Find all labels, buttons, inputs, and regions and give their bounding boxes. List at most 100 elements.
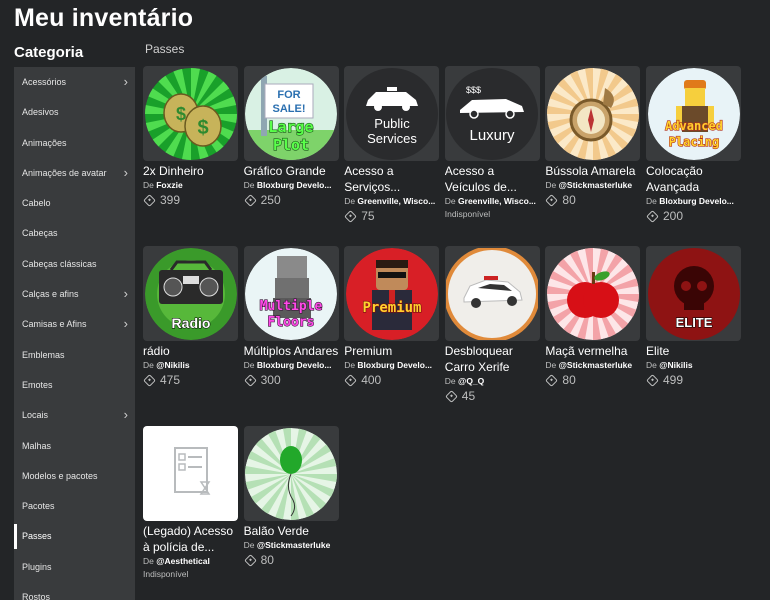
item-price: 80 — [545, 193, 640, 207]
item-creator[interactable]: De @Aesthetical — [143, 556, 238, 566]
item-name[interactable]: Elite — [646, 343, 741, 359]
item-thumbnail[interactable]: Advanced Placing — [646, 66, 741, 161]
creator-name[interactable]: Bloxburg Develo... — [257, 360, 332, 370]
item-thumbnail[interactable] — [243, 426, 339, 521]
item-name[interactable]: Balão Verde — [244, 523, 339, 539]
item-name[interactable]: Desbloquear Carro Xerife — [445, 343, 540, 375]
item-card[interactable]: (Legado) Acesso à polícia de... De @Aesth… — [143, 426, 238, 598]
sidebar-item[interactable]: Animações — [14, 128, 135, 158]
item-creator[interactable]: De @Nikilis — [646, 360, 741, 370]
item-card[interactable]: Advanced Placing Colocação Avançada De Blox… — [646, 66, 741, 238]
item-name[interactable]: (Legado) Acesso à polícia de... — [143, 523, 238, 555]
item-creator[interactable]: De Bloxburg Develo... — [244, 360, 339, 370]
creator-name[interactable]: Bloxburg Develo... — [257, 180, 332, 190]
item-creator[interactable]: De Bloxburg Develo... — [646, 196, 741, 206]
creator-name[interactable]: @Q_Q — [458, 376, 484, 386]
item-creator[interactable]: De @Q_Q — [445, 376, 540, 386]
creator-name[interactable]: @Stickmasterluke — [559, 360, 633, 370]
svg-text:Multiple: Multiple — [260, 299, 323, 314]
robux-icon — [143, 193, 156, 207]
creator-name[interactable]: @Aesthetical — [156, 556, 210, 566]
item-card[interactable]: Balão Verde De @Stickmasterluke 80 — [243, 426, 339, 598]
item-card[interactable]: Premium Premium De Bloxburg Develo... 400 — [344, 246, 440, 418]
creator-name[interactable]: @Stickmasterluke — [559, 180, 633, 190]
item-name[interactable]: Múltiplos Andares — [244, 343, 339, 359]
item-card[interactable]: Bússola Amarela De @Stickmasterluke 80 — [545, 66, 641, 238]
sidebar-item[interactable]: Adesivos — [14, 97, 135, 127]
sidebar-item[interactable]: Plugins — [14, 552, 135, 582]
item-card[interactable]: $$$ Luxury Acesso a Veículos de... De Gree… — [444, 66, 540, 238]
item-card[interactable]: Multiple Floors Múltiplos Andares De Bloxbu… — [243, 246, 339, 418]
creator-name[interactable]: @Stickmasterluke — [257, 540, 331, 550]
sidebar-item[interactable]: Cabelo — [14, 188, 135, 218]
item-card[interactable]: FOR SALE! Large Plot Gráfico Grande De Blox… — [243, 66, 339, 238]
item-name[interactable]: Colocação Avançada — [646, 163, 741, 195]
sidebar-item[interactable]: Locais › — [14, 400, 135, 430]
creator-name[interactable]: Foxzie — [156, 180, 182, 190]
item-name[interactable]: Bússola Amarela — [545, 163, 640, 179]
item-thumbnail[interactable]: Radio — [143, 246, 238, 341]
price-value: 45 — [461, 389, 476, 403]
item-card[interactable]: Maçã vermelha De @Stickmasterluke 80 — [545, 246, 641, 418]
price-value: 75 — [361, 209, 375, 223]
item-thumbnail[interactable] — [444, 246, 540, 341]
item-name[interactable]: 2x Dinheiro — [143, 163, 238, 179]
price-value: 400 — [361, 373, 382, 387]
creator-name[interactable]: Greenville, Wisco... — [458, 196, 536, 206]
sidebar-item[interactable]: Cabeças clássicas — [14, 249, 135, 279]
creator-name[interactable]: @Nikilis — [659, 360, 692, 370]
item-card[interactable]: $ $2x Dinheiro De Foxzie 399 — [143, 66, 238, 238]
sidebar-item[interactable]: Acessórios › — [14, 67, 135, 97]
sidebar-item[interactable]: Camisas e Afins › — [14, 309, 135, 339]
item-name[interactable]: Premium — [344, 343, 439, 359]
item-thumbnail[interactable] — [143, 426, 238, 521]
item-card[interactable]: Radio rádio De @Nikilis 475 — [143, 246, 238, 418]
item-thumbnail[interactable]: FOR SALE! Large Plot — [243, 66, 339, 161]
item-creator[interactable]: De @Nikilis — [143, 360, 238, 370]
item-thumbnail[interactable]: $$$ Luxury — [444, 66, 540, 161]
creator-name[interactable]: @Nikilis — [156, 360, 189, 370]
sidebar-item[interactable]: Cabeças — [14, 218, 135, 248]
creator-name[interactable]: Greenville, Wisco... — [357, 196, 435, 206]
item-name[interactable]: Maçã vermelha — [545, 343, 640, 359]
item-thumbnail[interactable] — [545, 246, 641, 341]
item-creator[interactable]: De Greenville, Wisco... — [344, 196, 439, 206]
sidebar-item[interactable]: Emblemas — [14, 340, 135, 370]
item-creator[interactable]: De Bloxburg Develo... — [244, 180, 339, 190]
item-thumbnail[interactable] — [545, 66, 641, 161]
item-card[interactable]: ELITE Elite De @Nikilis 499 — [646, 246, 741, 418]
sidebar-item[interactable]: Animações de avatar › — [14, 158, 135, 188]
creator-name[interactable]: Bloxburg Develo... — [659, 196, 734, 206]
sidebar-item[interactable]: Passes — [14, 521, 135, 551]
item-card[interactable]: Public Services Acesso a Serviços... De Gr… — [344, 66, 440, 238]
compass-icon — [546, 67, 639, 160]
sidebar-item[interactable]: Modelos e pacotes — [14, 461, 135, 491]
item-thumbnail[interactable]: ELITE — [646, 246, 741, 341]
item-creator[interactable]: De Foxzie — [143, 180, 238, 190]
apple-icon — [546, 247, 639, 340]
item-creator[interactable]: De Bloxburg Develo... — [344, 360, 439, 370]
item-price: 250 — [243, 193, 339, 207]
sidebar-item[interactable]: Pacotes — [14, 491, 135, 521]
item-card[interactable]: Desbloquear Carro Xerife De @Q_Q 45 — [444, 246, 540, 418]
sidebar-item-label: Modelos e pacotes — [22, 470, 98, 481]
item-creator[interactable]: De @Stickmasterluke — [244, 540, 339, 550]
item-creator[interactable]: De Greenville, Wisco... — [445, 196, 540, 206]
item-thumbnail[interactable]: Public Services — [344, 66, 440, 161]
item-creator[interactable]: De @Stickmasterluke — [545, 180, 640, 190]
item-name[interactable]: Gráfico Grande — [244, 163, 339, 179]
creator-name[interactable]: Bloxburg Develo... — [357, 360, 432, 370]
item-name[interactable]: Acesso a Serviços... — [344, 163, 439, 195]
sidebar-item[interactable]: Malhas — [14, 431, 135, 461]
item-name[interactable]: Acesso a Veículos de... — [445, 163, 540, 195]
item-thumbnail[interactable]: $ $ — [143, 66, 238, 161]
sidebar-item[interactable]: Rostos — [14, 582, 135, 600]
robux-icon — [243, 193, 257, 207]
item-creator[interactable]: De @Stickmasterluke — [545, 360, 640, 370]
item-thumbnail[interactable]: Multiple Floors — [243, 246, 339, 341]
item-name[interactable]: rádio — [143, 343, 238, 359]
sidebar-item[interactable]: Calças e afins › — [14, 279, 135, 309]
sidebar-item[interactable]: Emotes — [14, 370, 135, 400]
sidebar-item-label: Acessórios — [22, 77, 67, 87]
item-thumbnail[interactable]: Premium — [344, 246, 440, 341]
